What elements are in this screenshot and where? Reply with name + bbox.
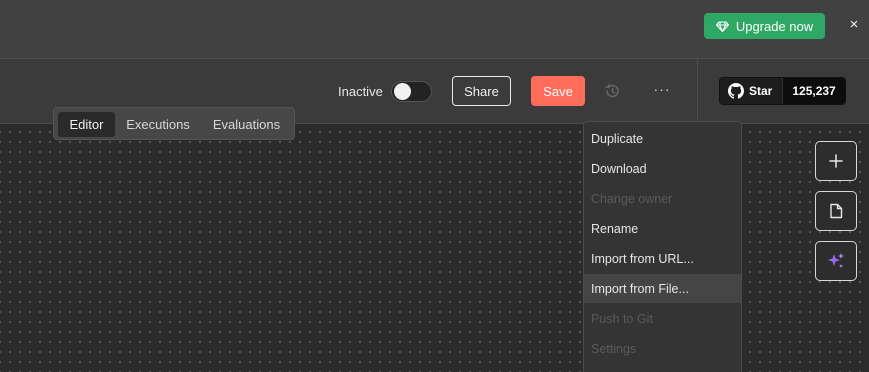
toggle-knob [394,83,411,100]
add-sticky-note-button[interactable] [815,191,857,231]
menu-item-rename[interactable]: Rename [584,214,741,243]
history-icon[interactable] [603,82,621,100]
workflow-options-menu: Duplicate Download Change owner Rename I… [583,121,742,372]
menu-item-download[interactable]: Download [584,154,741,183]
menu-item-import-from-url[interactable]: Import from URL... [584,244,741,273]
activate-workflow-toggle[interactable] [391,81,432,102]
github-star-button[interactable]: Star 125,237 [719,77,846,105]
save-button[interactable]: Save [531,76,585,106]
github-star-label: Star [749,84,773,98]
add-node-button[interactable] [815,141,857,181]
close-banner-icon[interactable]: × [846,17,862,33]
github-star-count: 125,237 [782,78,845,104]
menu-item-import-from-file[interactable]: Import from File... [584,274,741,303]
tab-evaluations[interactable]: Evaluations [202,112,291,137]
tab-editor[interactable]: Editor [58,112,115,137]
plus-icon [829,154,843,168]
upgrade-now-label: Upgrade now [735,18,814,34]
header-divider [697,59,698,123]
view-tabs: Editor Executions Evaluations [53,107,295,140]
github-icon [728,83,744,99]
upgrade-now-button[interactable]: Upgrade now [704,13,825,39]
ai-assistant-button[interactable] [815,241,857,281]
menu-item-push-to-git: Push to Git [591,311,653,326]
sticky-note-icon [830,203,843,219]
github-star-left: Star [720,78,783,104]
ai-sparkle-icon [828,253,844,268]
tab-executions[interactable]: Executions [117,112,199,137]
more-options-button[interactable]: ··· [650,81,674,101]
menu-item-change-owner: Change owner [591,191,673,206]
share-button[interactable]: Share [452,76,511,106]
menu-item-duplicate[interactable]: Duplicate [584,124,741,153]
workflow-status-label: Inactive [338,84,383,99]
diamond-icon [715,20,729,32]
menu-item-settings: Settings [591,341,637,356]
top-banner: Upgrade now × [0,0,869,59]
